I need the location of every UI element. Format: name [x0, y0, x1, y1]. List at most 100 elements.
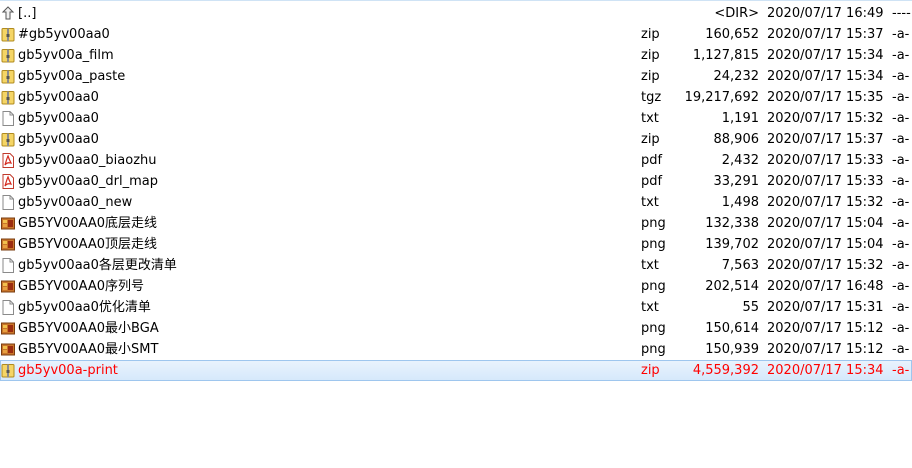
file-size: 160,652 — [705, 27, 759, 42]
file-size: 1,498 — [721, 195, 759, 210]
file-row[interactable]: GB5YV00AA0底层走线 png 132,338 2020/07/17 15:04… — [0, 213, 912, 234]
file-name: GB5YV00AA0最小BGA — [18, 321, 159, 336]
image-icon — [1, 342, 15, 357]
parent-dir-row[interactable]: [..] <DIR> 2020/07/17 16:49 ---- — [0, 3, 912, 24]
pdf-icon — [1, 153, 15, 168]
file-date: 2020/07/17 15:32 — [767, 195, 884, 210]
file-name: gb5yv00aa0各层更改清单 — [18, 258, 177, 273]
file-date: 2020/07/17 15:34 — [767, 48, 884, 63]
file-row[interactable]: GB5YV00AA0最小BGA png 150,614 2020/07/17 15:1… — [0, 318, 912, 339]
file-ext: png — [641, 321, 666, 336]
file-row[interactable]: GB5YV00AA0最小SMT png 150,939 2020/07/17 15:1… — [0, 339, 912, 360]
file-date: 2020/07/17 15:32 — [767, 111, 884, 126]
file-size: 55 — [742, 300, 759, 315]
file-ext: png — [641, 279, 666, 294]
archive-icon — [1, 48, 15, 63]
file-attr: ---- — [892, 6, 911, 21]
file-size: 1,127,815 — [692, 48, 759, 63]
file-ext: zip — [641, 27, 660, 42]
file-ext: zip — [641, 363, 660, 378]
file-ext: pdf — [641, 153, 663, 168]
file-ext: txt — [641, 195, 659, 210]
file-date: 2020/07/17 15:37 — [767, 27, 884, 42]
file-ext: txt — [641, 111, 659, 126]
file-size: 202,514 — [705, 279, 759, 294]
file-date: 2020/07/17 16:48 — [767, 279, 884, 294]
file-ext: txt — [641, 300, 659, 315]
file-date: 2020/07/17 15:04 — [767, 216, 884, 231]
file-attr: -a- — [892, 279, 910, 294]
file-date: 2020/07/17 15:37 — [767, 132, 884, 147]
file-date: 2020/07/17 15:34 — [767, 363, 884, 378]
file-ext: zip — [641, 48, 660, 63]
file-row[interactable]: gb5yv00aa0优化清单 txt 55 2020/07/17 15:31 -a- — [0, 297, 912, 318]
image-icon — [1, 279, 15, 294]
file-attr: -a- — [892, 258, 910, 273]
file-size: 33,291 — [713, 174, 760, 189]
file-size: 4,559,392 — [692, 363, 759, 378]
file-row[interactable]: gb5yv00a_film zip 1,127,815 2020/07/17 15:3… — [0, 45, 912, 66]
file-attr: -a- — [892, 111, 910, 126]
file-size: 132,338 — [705, 216, 759, 231]
file-name: gb5yv00a-print — [18, 363, 118, 378]
file-row[interactable]: gb5yv00aa0_biaozhu pdf 2,432 2020/07/17 15:… — [0, 150, 912, 171]
file-size: 24,232 — [713, 69, 760, 84]
file-ext: pdf — [641, 174, 663, 189]
archive-icon — [1, 27, 15, 42]
file-size: 2,432 — [721, 153, 759, 168]
file-ext: zip — [641, 69, 660, 84]
file-row[interactable]: gb5yv00aa0_drl_map pdf 33,291 2020/07/17 15… — [0, 171, 912, 192]
file-date: 2020/07/17 15:35 — [767, 90, 884, 105]
file-date: 2020/07/17 15:33 — [767, 174, 884, 189]
file-name: gb5yv00aa0 — [18, 132, 99, 147]
archive-icon — [1, 363, 15, 378]
file-row[interactable]: #gb5yv00aa0 zip 160,652 2020/07/17 15:37 -a- — [0, 24, 912, 45]
file-name: GB5YV00AA0最小SMT — [18, 342, 159, 357]
file-ext: tgz — [641, 90, 662, 105]
file-row[interactable]: gb5yv00a-print zip 4,559,392 2020/07/17 15:… — [0, 360, 912, 381]
file-name: gb5yv00a_paste — [18, 69, 126, 84]
file-ext: txt — [641, 258, 659, 273]
text-file-icon — [1, 111, 15, 126]
image-icon — [1, 237, 15, 252]
file-row[interactable]: GB5YV00AA0序列号 png 202,514 2020/07/17 16:48-… — [0, 276, 912, 297]
file-attr: -a- — [892, 69, 910, 84]
file-name: gb5yv00aa0优化清单 — [18, 300, 151, 315]
file-attr: -a- — [892, 27, 910, 42]
file-name: gb5yv00aa0 — [18, 90, 99, 105]
file-row[interactable]: gb5yv00aa0各层更改清单 txt 7,563 2020/07/17 15:32… — [0, 255, 912, 276]
file-list[interactable]: [..] <DIR> 2020/07/17 16:49 ---- #gb5yv00aa0… — [0, 3, 912, 381]
file-size: 150,614 — [705, 321, 759, 336]
file-size: 139,702 — [705, 237, 759, 252]
file-attr: -a- — [892, 174, 910, 189]
file-date: 2020/07/17 15:34 — [767, 69, 884, 84]
file-size: 1,191 — [721, 111, 759, 126]
file-row[interactable]: gb5yv00aa0 tgz 19,217,692 2020/07/17 15:35-… — [0, 87, 912, 108]
file-attr: -a- — [892, 195, 910, 210]
file-size: 7,563 — [721, 258, 759, 273]
file-ext: png — [641, 237, 666, 252]
file-attr: -a- — [892, 90, 910, 105]
file-row[interactable]: gb5yv00aa0 txt 1,191 2020/07/17 15:32 -a- — [0, 108, 912, 129]
file-attr: -a- — [892, 48, 910, 63]
file-date: 2020/07/17 15:33 — [767, 153, 884, 168]
file-row[interactable]: gb5yv00aa0_new txt 1,498 2020/07/17 15:32 -a… — [0, 192, 912, 213]
file-attr: -a- — [892, 300, 910, 315]
file-row[interactable]: gb5yv00a_paste zip 24,232 2020/07/17 15:34-… — [0, 66, 912, 87]
file-attr: -a- — [892, 216, 910, 231]
file-name: gb5yv00a_film — [18, 48, 114, 63]
file-name: GB5YV00AA0顶层走线 — [18, 237, 158, 252]
panel-top-border — [0, 0, 912, 1]
file-row[interactable]: GB5YV00AA0顶层走线 png 139,702 2020/07/17 15:04… — [0, 234, 912, 255]
file-attr: -a- — [892, 132, 910, 147]
text-file-icon — [1, 300, 15, 315]
file-row[interactable]: gb5yv00aa0 zip 88,906 2020/07/17 15:37 -a- — [0, 129, 912, 150]
archive-icon — [1, 132, 15, 147]
file-size: 88,906 — [713, 132, 760, 147]
file-attr: -a- — [892, 153, 910, 168]
file-name: GB5YV00AA0序列号 — [18, 279, 145, 294]
file-date: 2020/07/17 15:32 — [767, 258, 884, 273]
file-date: 2020/07/17 15:12 — [767, 321, 884, 336]
text-file-icon — [1, 195, 15, 210]
pdf-icon — [1, 174, 15, 189]
